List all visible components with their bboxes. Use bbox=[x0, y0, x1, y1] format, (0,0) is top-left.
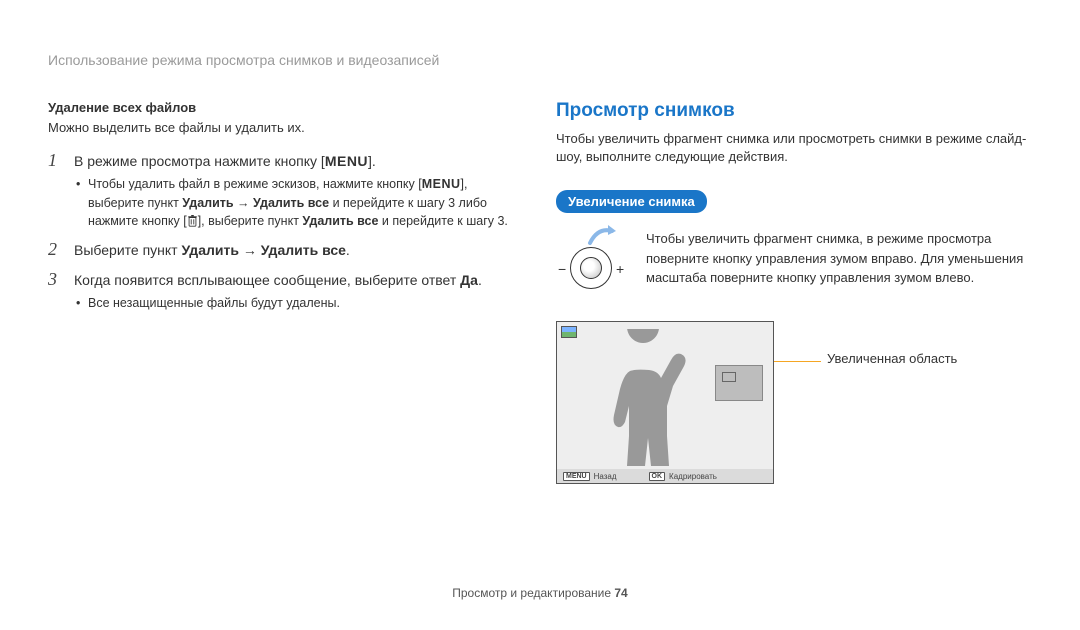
breadcrumb: Использование режима просмотра снимков и… bbox=[48, 52, 1032, 68]
subheading-delete-all: Удаление всех файлов bbox=[48, 100, 508, 115]
ok-button-label: OK bbox=[649, 472, 666, 481]
step1-text: В режиме просмотра нажмите кнопку [ bbox=[74, 153, 325, 169]
callout-line bbox=[773, 361, 821, 362]
step-2: 2 Выберите пункт Удалить → Удалить все. bbox=[48, 240, 508, 260]
callout-enlarged-area: Увеличенная область bbox=[827, 351, 957, 366]
left-column: Удаление всех файлов Можно выделить все … bbox=[48, 100, 508, 484]
menu-button-label: MENU bbox=[563, 472, 590, 481]
crop-label: Кадрировать bbox=[669, 472, 717, 481]
page-footer: Просмотр и редактирование 74 bbox=[0, 586, 1080, 600]
plus-icon: + bbox=[616, 261, 624, 277]
step1-bullet: Чтобы удалить файл в режиме эскизов, наж… bbox=[74, 175, 508, 229]
zoom-block: − + Чтобы увеличить фрагмент снимка, в р… bbox=[556, 229, 1032, 293]
intro-delete-all: Можно выделить все файлы и удалить их. bbox=[48, 119, 508, 137]
back-label: Назад bbox=[594, 472, 617, 481]
intro-view: Чтобы увеличить фрагмент снимка или прос… bbox=[556, 130, 1032, 166]
step-number: 3 bbox=[48, 270, 64, 312]
trash-icon bbox=[187, 215, 198, 227]
person-silhouette bbox=[575, 329, 715, 469]
step-1: 1 В режиме просмотра нажмите кнопку [MEN… bbox=[48, 151, 508, 230]
minus-icon: − bbox=[558, 261, 566, 277]
menu-label: MENU bbox=[325, 153, 368, 169]
pill-enlarge: Увеличение снимка bbox=[556, 190, 707, 213]
arrow-curve-icon bbox=[586, 225, 616, 247]
screen-illustration-row: MENU Назад OK Кадрировать Увеличенная об… bbox=[556, 321, 1032, 484]
zoom-instruction: Чтобы увеличить фрагмент снимка, в режим… bbox=[646, 229, 1032, 288]
menu-label: MENU bbox=[422, 177, 461, 191]
camera-screen: MENU Назад OK Кадрировать bbox=[556, 321, 774, 484]
step-number: 1 bbox=[48, 151, 64, 230]
section-title-view: Просмотр снимков bbox=[556, 100, 1032, 122]
step-3: 3 Когда появится всплывающее сообщение, … bbox=[48, 270, 508, 312]
step3-bullet: Все незащищенные файлы будут удалены. bbox=[74, 294, 508, 312]
screen-bottombar: MENU Назад OK Кадрировать bbox=[557, 469, 773, 483]
zoom-dial-icon: − + bbox=[556, 229, 630, 293]
page-number: 74 bbox=[614, 586, 627, 600]
enlarged-region-box bbox=[715, 365, 763, 401]
right-column: Просмотр снимков Чтобы увеличить фрагмен… bbox=[556, 100, 1032, 484]
step-number: 2 bbox=[48, 240, 64, 260]
